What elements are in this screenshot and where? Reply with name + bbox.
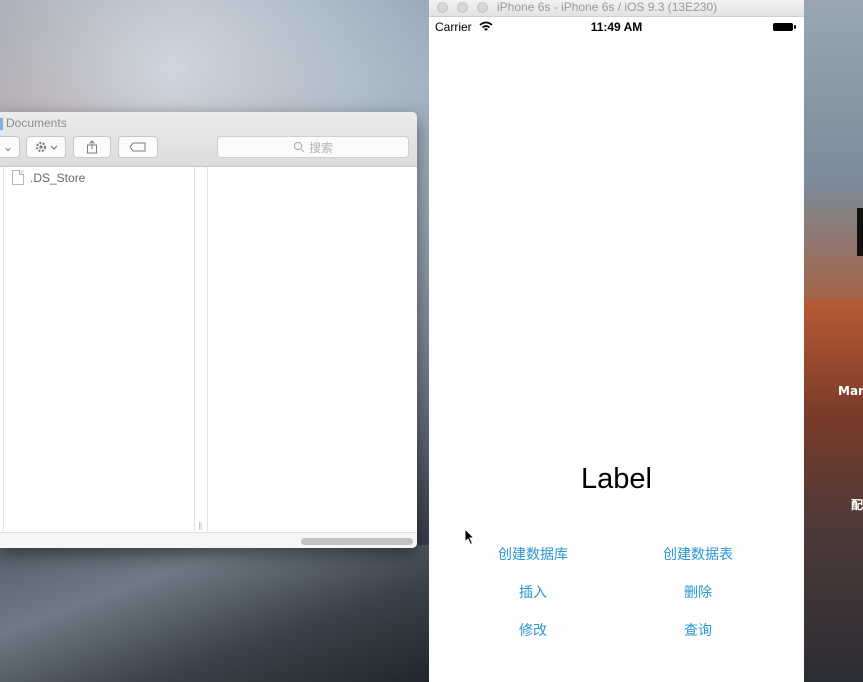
finder-toolbar: Documents ⌄ 搜索 (0, 112, 417, 167)
battery-icon (773, 23, 796, 31)
zoom-button[interactable] (477, 2, 488, 13)
status-time: 11:49 AM (590, 20, 643, 34)
desktop-window-edge (857, 208, 863, 256)
search-icon (293, 141, 305, 153)
simulator-window: iPhone 6s - iPhone 6s / iOS 9.3 (13E230)… (429, 0, 804, 682)
wallpaper-mountain-left (0, 545, 430, 682)
file-name: .DS_Store (30, 170, 86, 185)
mouse-cursor-icon (464, 528, 476, 546)
finder-scroll-area (0, 532, 417, 548)
simulator-titlebar: iPhone 6s - iPhone 6s / iOS 9.3 (13E230) (429, 0, 804, 17)
delete-button[interactable]: 删除 (638, 582, 758, 602)
finder-window: Documents ⌄ 搜索 .DS_Store || (0, 112, 417, 548)
window-title: Documents (0, 116, 67, 130)
search-input[interactable]: 搜索 (217, 136, 409, 158)
finder-column (0, 167, 195, 531)
horizontal-scrollbar[interactable] (301, 538, 413, 545)
document-icon (12, 170, 24, 185)
file-item[interactable]: .DS_Store (12, 170, 85, 185)
wallpaper-peak-right (804, 0, 863, 300)
create-table-button[interactable]: 创建数据表 (638, 544, 758, 564)
share-icon (87, 140, 97, 154)
desktop-icon-label[interactable]: Mar (838, 384, 863, 398)
chevron-down-icon: ⌄ (2, 140, 14, 154)
result-label: Label (581, 463, 652, 495)
finder-column-divider[interactable] (195, 167, 208, 531)
update-button[interactable]: 修改 (473, 620, 593, 640)
search-placeholder: 搜索 (308, 140, 333, 155)
minimize-button[interactable] (457, 2, 468, 13)
tag-button[interactable] (118, 136, 158, 158)
tag-icon (129, 142, 146, 152)
column-resize-handle[interactable]: || (198, 521, 203, 530)
share-button[interactable] (73, 136, 111, 158)
insert-button[interactable]: 插入 (473, 582, 593, 602)
wallpaper-mountain-right (804, 300, 863, 682)
desktop-icon-label[interactable]: 配 (851, 496, 863, 513)
action-menu-button[interactable] (26, 136, 66, 158)
gear-icon (35, 141, 58, 153)
close-button[interactable] (437, 2, 448, 13)
view-options-button[interactable]: ⌄ (0, 136, 20, 158)
ios-status-bar: Carrier 11:49 AM (429, 17, 804, 37)
simulator-title: iPhone 6s - iPhone 6s / iOS 9.3 (13E230) (497, 0, 718, 14)
query-button[interactable]: 查询 (638, 620, 758, 640)
create-database-button[interactable]: 创建数据库 (473, 544, 593, 564)
